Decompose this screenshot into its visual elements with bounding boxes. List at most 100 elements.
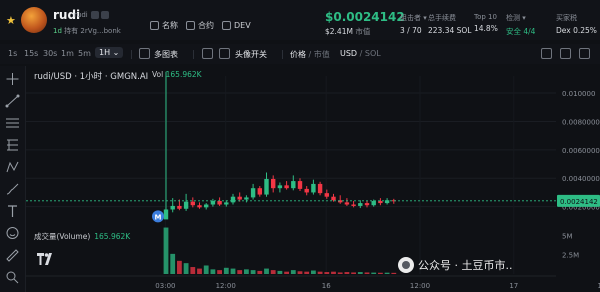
- token-meta: 1d 持有 2rVg...bonk: [53, 26, 121, 36]
- candle-body: [163, 209, 169, 220]
- price-chart[interactable]: 0.010000 0.0080000 0.0060000 0.0040000 0.002…: [26, 66, 600, 292]
- candle-body: [297, 181, 303, 189]
- candle-body: [250, 188, 256, 198]
- volume-bar: [331, 271, 336, 274]
- stat-buy-tax: 买家税 Dex 0.25%: [556, 14, 597, 35]
- pattern-icon[interactable]: [5, 160, 20, 174]
- link-contract[interactable]: 合约: [186, 20, 214, 31]
- volume-bar: [364, 272, 370, 274]
- volume-bar: [284, 271, 289, 274]
- indicator-icon[interactable]: [219, 48, 230, 59]
- timeframe-5m[interactable]: 5m: [78, 49, 91, 58]
- text-icon[interactable]: [5, 204, 20, 218]
- brush-icon[interactable]: [5, 182, 20, 196]
- current-price-label: 0.0024142: [560, 198, 598, 206]
- timeframe-30s[interactable]: 30s: [43, 49, 57, 58]
- migration-marker-label: M: [155, 213, 162, 221]
- emoji-icon[interactable]: [5, 226, 20, 240]
- volume-bar: [257, 270, 263, 274]
- volume-bar: [371, 272, 377, 274]
- volume-bar: [210, 269, 216, 274]
- volume-bar: [177, 260, 182, 274]
- fullscreen-icon[interactable]: [579, 48, 590, 59]
- search-icon: [186, 21, 195, 30]
- header-links: 名称 合约 DEV: [150, 20, 251, 31]
- crosshair-icon[interactable]: [5, 72, 20, 86]
- volume-bar: [190, 267, 196, 274]
- volume-bar: [304, 271, 310, 274]
- toolbar-divider: [193, 50, 194, 59]
- toolbar-divider: [282, 50, 283, 59]
- currency-toggle[interactable]: USD / SOL: [340, 49, 381, 58]
- volume-bar: [270, 270, 276, 274]
- volume-bar: [378, 272, 383, 274]
- candle-body: [264, 178, 269, 195]
- x-tick-label: 12:00: [410, 282, 430, 290]
- x-tick-label: 12:00: [216, 282, 236, 290]
- token-avatar: [21, 7, 47, 33]
- candle-type-icon[interactable]: [202, 48, 213, 59]
- timeframe-15s[interactable]: 15s: [24, 49, 38, 58]
- wechat-logo-icon: [398, 257, 414, 273]
- token-header: ★ rudi rudi 1d 持有 2rVg...bonk 名称 合约 DEV …: [0, 0, 600, 40]
- zoom-icon[interactable]: [5, 270, 20, 284]
- market-cap: $2.41M 市值: [325, 27, 371, 36]
- holder-text: 持有 2rVg...bonk: [64, 27, 121, 35]
- candle-body: [277, 185, 283, 189]
- candle-body: [183, 201, 189, 209]
- timeframe-1m[interactable]: 1m: [61, 49, 74, 58]
- x-tick-label: 17: [509, 282, 518, 290]
- stat-snipers[interactable]: 狙击者 ▾ 3 / 70: [400, 13, 427, 35]
- volume-bar: [311, 270, 316, 274]
- price-mcap-toggle[interactable]: 价格 / 市值: [290, 49, 330, 60]
- people-icon[interactable]: [91, 11, 99, 19]
- volume-bar: [250, 270, 256, 274]
- candle-body: [331, 196, 336, 201]
- volume-bar: [337, 272, 343, 274]
- y-tick-label: 0.010000: [562, 90, 595, 98]
- watermark: 公众号 · 土豆币市..: [398, 257, 512, 273]
- settings-icon[interactable]: [560, 48, 571, 59]
- chart-area[interactable]: 0.010000 0.0080000 0.0060000 0.0040000 0.002…: [26, 66, 600, 292]
- candle-body: [190, 201, 195, 206]
- volume-bar: [357, 272, 363, 274]
- candle-body: [204, 204, 209, 208]
- candle-body: [170, 205, 175, 210]
- pitchfork-icon[interactable]: [5, 138, 20, 152]
- candle-body: [291, 181, 296, 189]
- volume-bar: [277, 270, 283, 274]
- search-icon: [150, 21, 159, 30]
- token-age: 1d: [53, 27, 62, 35]
- link-dev[interactable]: DEV: [222, 21, 251, 30]
- chevron-down-icon: ⌄: [112, 48, 120, 57]
- horizontal-lines-icon[interactable]: [5, 116, 20, 130]
- toolbar-divider: [131, 50, 132, 59]
- search-icon: [222, 21, 231, 30]
- candle-body: [311, 183, 316, 193]
- volume-bar: [170, 253, 176, 274]
- volume-bar: [297, 271, 303, 274]
- favorite-star-icon[interactable]: ★: [6, 14, 16, 27]
- timeframe-1h[interactable]: 1H ⌄: [95, 47, 124, 58]
- trend-line-icon[interactable]: [5, 94, 20, 108]
- volume-bar: [384, 272, 390, 274]
- stat-check[interactable]: 检测 ▾ 安全 4/4: [506, 13, 535, 37]
- timeframe-1s[interactable]: 1s: [8, 49, 17, 58]
- link-name[interactable]: 名称: [150, 20, 178, 31]
- multi-chart-icon[interactable]: [139, 48, 150, 59]
- avatar-toggle[interactable]: 头像开关: [235, 49, 267, 60]
- volume-tick-label: 5M: [562, 232, 573, 240]
- stat-top10: Top 10 14.8%: [474, 13, 498, 33]
- candle-body: [257, 188, 262, 195]
- multi-chart-button[interactable]: 多图表: [154, 49, 178, 60]
- chef-icon[interactable]: [101, 11, 109, 19]
- camera-icon[interactable]: [541, 48, 552, 59]
- candle-body: [177, 205, 182, 209]
- volume-bar: [230, 268, 236, 274]
- volume-bar: [344, 272, 350, 274]
- candle-body: [351, 204, 356, 206]
- volume-tick-label: 2.5M: [562, 252, 579, 260]
- candle-body: [358, 203, 363, 206]
- candle-body: [224, 202, 229, 205]
- ruler-icon[interactable]: [5, 248, 20, 262]
